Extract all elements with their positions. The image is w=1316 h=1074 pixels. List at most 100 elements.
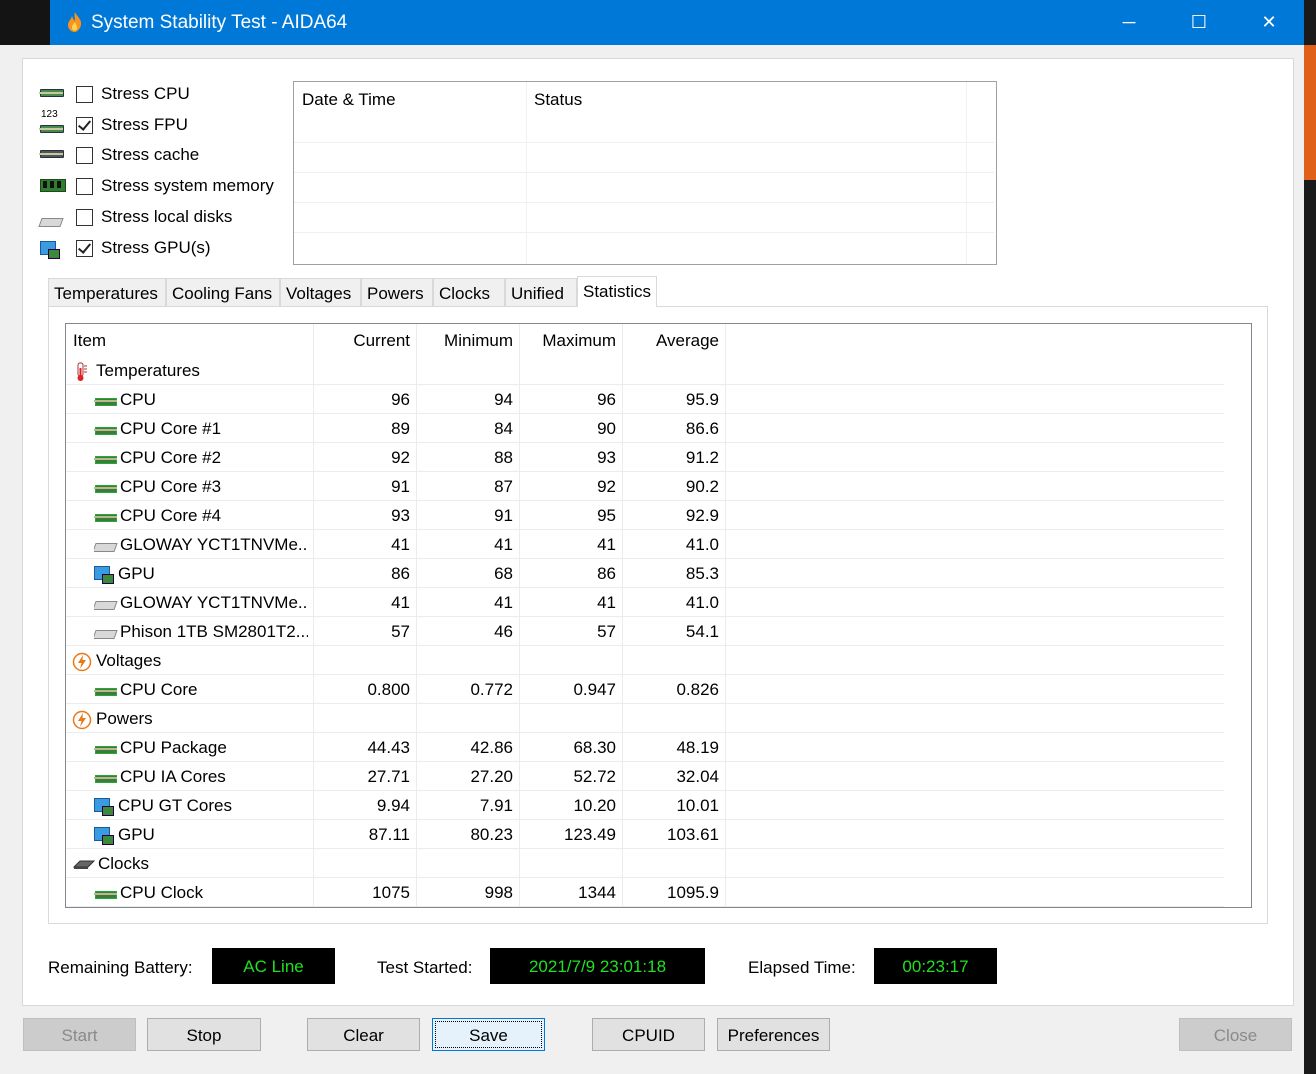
current-value: 87.11 [368,825,410,844]
item-label: CPU Package [120,738,227,757]
minimum-value: 27.20 [470,767,513,786]
item-cell: CPU Core #4 [94,501,308,530]
maximize-button[interactable]: ☐ [1164,0,1234,45]
titlebar[interactable]: System Stability Test - AIDA64 ─ ☐ ✕ [50,0,1304,45]
tab-clocks[interactable]: Clocks [433,278,505,306]
table-row[interactable]: CPU Core #3 91 87 92 90.2 [66,472,1224,501]
stress-cpu-checkbox[interactable] [76,85,93,103]
gpu-monitor-icon [40,239,64,259]
item-cell: CPU [94,385,308,414]
table-row[interactable]: CPU Clock 1075 998 1344 1095.9 [66,878,1224,907]
tab-voltages[interactable]: Voltages [280,278,361,306]
table-row[interactable]: CPU Core #1 89 84 90 86.6 [66,414,1224,443]
stress-gpu-checkbox[interactable] [76,239,93,257]
cpu-chip-icon [39,85,64,103]
table-row[interactable]: GLOWAY YCT1TNVMe... 41 41 41 41.0 [66,588,1224,617]
table-header: Item Current Minimum Maximum Average [66,326,1224,355]
minimum-value: 87 [494,477,513,496]
item-cell: CPU GT Cores [94,791,308,820]
item-cell: CPU Core #1 [94,414,308,443]
stress-cache-option[interactable]: Stress cache [39,142,199,168]
item-label: CPU Core #2 [120,448,222,467]
item-label: CPU Core [120,680,198,699]
chip-icon [94,772,117,784]
table-row[interactable]: CPU GT Cores 9.94 7.91 10.20 10.01 [66,791,1224,820]
save-button[interactable]: Save [432,1018,545,1051]
close-button[interactable]: Close [1179,1018,1292,1051]
minimize-button[interactable]: ─ [1094,0,1164,45]
log-header-status[interactable]: Status [526,82,966,112]
start-button[interactable]: Start [23,1018,136,1051]
tab-temperatures[interactable]: Temperatures [48,278,166,306]
header-average[interactable]: Average [625,326,719,355]
stress-fpu-checkbox[interactable] [76,116,93,134]
current-value: 0.800 [367,680,410,699]
stress-disks-checkbox[interactable] [76,208,93,226]
table-row[interactable]: Phison 1TB SM2801T2... 57 46 57 54.1 [66,617,1224,646]
table-row[interactable]: CPU IA Cores 27.71 27.20 52.72 32.04 [66,762,1224,791]
maximum-value: 90 [597,419,616,438]
stress-fpu-option[interactable]: 123 Stress FPU [39,110,188,138]
stress-cpu-option[interactable]: Stress CPU [39,81,190,107]
stress-memory-option[interactable]: Stress system memory [40,173,274,199]
stress-cpu-label: Stress CPU [101,84,190,103]
item-label: GLOWAY YCT1TNVMe... [120,593,308,612]
tab-powers[interactable]: Powers [361,278,433,306]
cpuid-button[interactable]: CPUID [592,1018,705,1051]
close-window-button[interactable]: ✕ [1234,0,1304,45]
table-group-row[interactable]: Temperatures [66,356,1224,385]
maximum-value: 0.947 [573,680,616,699]
table-group-row[interactable]: Voltages [66,646,1224,675]
item-label: CPU Core #3 [120,477,222,496]
header-current[interactable]: Current [316,326,410,355]
table-row[interactable]: CPU Core #2 92 88 93 91.2 [66,443,1224,472]
table-group-row[interactable]: Clocks [66,849,1224,878]
minimum-value: 41 [494,593,513,612]
table-row[interactable]: CPU 96 94 96 95.9 [66,385,1224,414]
minimum-value: 84 [494,419,513,438]
tab-unified[interactable]: Unified [505,278,577,306]
header-minimum[interactable]: Minimum [419,326,513,355]
item-cell: CPU Core [94,675,308,704]
window-title: System Stability Test - AIDA64 [91,12,348,33]
tab-cooling-fans[interactable]: Cooling Fans [166,278,280,306]
status-log-list[interactable]: Date & Time Status [293,81,997,265]
table-row[interactable]: CPU Package 44.43 42.86 68.30 48.19 [66,733,1224,762]
test-started-label: Test Started: [377,958,473,977]
table-row[interactable]: CPU Core 0.800 0.772 0.947 0.826 [66,675,1224,704]
stress-cache-checkbox[interactable] [76,146,93,164]
stop-button[interactable]: Stop [147,1018,261,1051]
clear-button[interactable]: Clear [307,1018,420,1051]
lightning-icon [72,651,96,671]
header-maximum[interactable]: Maximum [522,326,616,355]
table-row[interactable]: CPU Core #4 93 91 95 92.9 [66,501,1224,530]
table-row[interactable]: GPU 87.11 80.23 123.49 103.61 [66,820,1224,849]
average-value: 91.2 [685,448,719,467]
item-cell: Clocks [72,849,308,878]
header-item[interactable]: Item [73,326,303,355]
tab-statistics[interactable]: Statistics [577,276,657,307]
log-header-datetime[interactable]: Date & Time [294,82,526,112]
stress-gpu-option[interactable]: Stress GPU(s) [40,235,211,261]
current-value: 86 [391,564,410,583]
stress-memory-checkbox[interactable] [76,177,93,195]
log-row-line [294,232,994,233]
minimum-value: 0.772 [470,680,513,699]
maximum-value: 41 [597,593,616,612]
lightning-icon [72,709,96,729]
minimum-value: 91 [494,506,513,525]
table-row[interactable]: GPU 86 68 86 85.3 [66,559,1224,588]
table-group-row[interactable]: Powers [66,704,1224,733]
statistics-table[interactable]: Item Current Minimum Maximum Average Tem… [65,323,1252,908]
item-label: CPU Core #4 [120,506,222,525]
minimum-value: 68 [494,564,513,583]
minimum-value: 88 [494,448,513,467]
stress-disks-option[interactable]: Stress local disks [40,204,232,230]
item-label: Voltages [96,651,162,670]
table-row[interactable]: GLOWAY YCT1TNVMe... 41 41 41 41.0 [66,530,1224,559]
item-label: CPU IA Cores [120,767,226,786]
minimum-value: 94 [494,390,513,409]
item-cell: GLOWAY YCT1TNVMe... [94,588,308,617]
row-line [66,906,1224,907]
preferences-button[interactable]: Preferences [717,1018,830,1051]
